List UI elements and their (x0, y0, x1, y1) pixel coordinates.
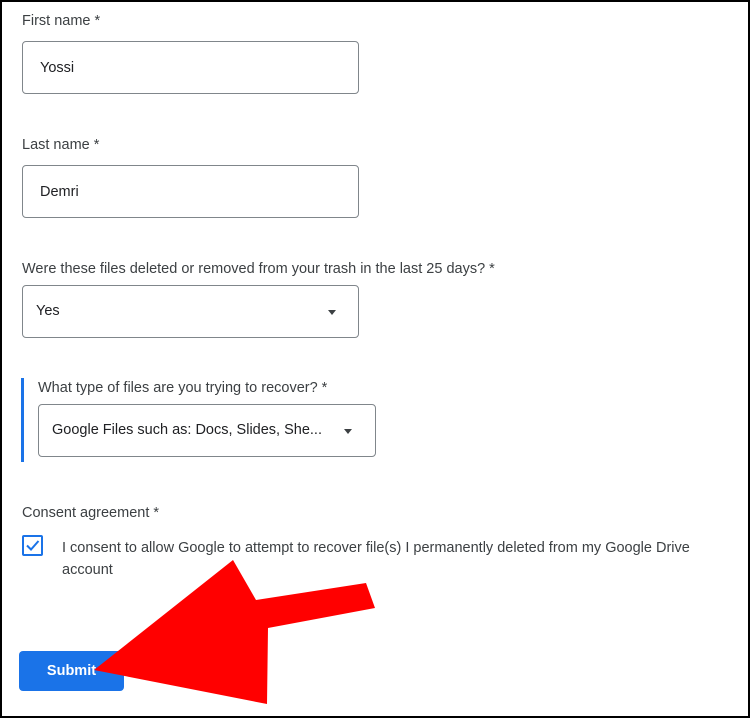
red-arrow-icon (94, 560, 375, 704)
annotation-arrow (94, 560, 375, 704)
